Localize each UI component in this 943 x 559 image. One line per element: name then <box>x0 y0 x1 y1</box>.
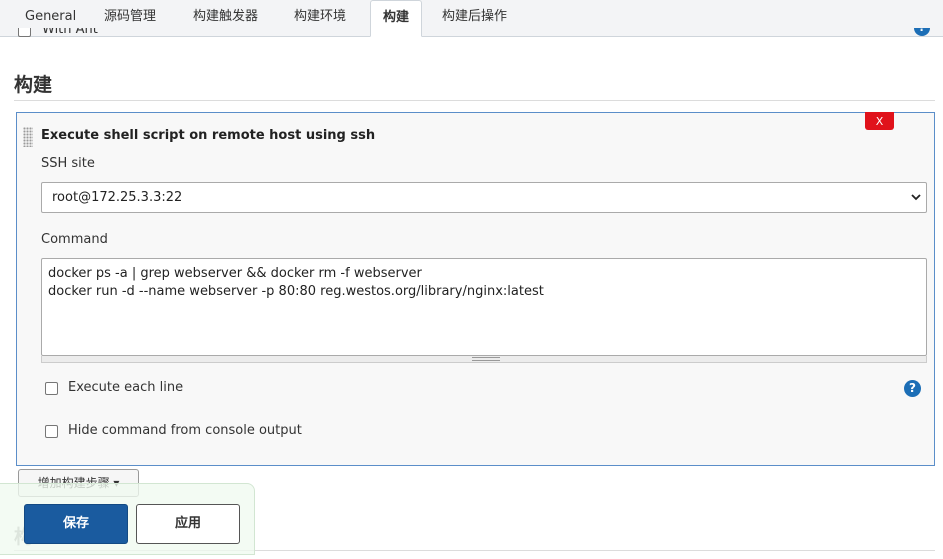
question-circle-icon[interactable]: ? <box>914 28 930 36</box>
ssh-site-selected-value: root@172.25.3.3:22 <box>52 190 183 205</box>
save-button[interactable]: 保存 <box>24 504 128 544</box>
delete-step-button[interactable]: X <box>865 112 894 130</box>
question-circle-icon[interactable]: ? <box>904 380 921 397</box>
with-ant-row: With Ant ? <box>18 28 933 44</box>
ssh-site-label: SSH site <box>41 156 95 171</box>
apply-button[interactable]: 应用 <box>136 504 240 544</box>
build-step-panel: Execute shell script on remote host usin… <box>16 112 935 466</box>
ssh-site-select[interactable]: root@172.25.3.3:22 <box>41 182 927 213</box>
execute-each-line-label: Execute each line <box>68 380 184 395</box>
drag-handle-icon[interactable] <box>23 127 33 147</box>
section-divider <box>14 100 935 101</box>
with-ant-checkbox[interactable] <box>18 28 31 37</box>
textarea-resize-bar[interactable] <box>41 356 927 363</box>
section-title-build: 构建 <box>14 74 53 96</box>
hide-command-label: Hide command from console output <box>68 423 302 438</box>
chevron-down-icon <box>911 194 921 201</box>
command-textarea[interactable]: docker ps -a | grep webserver && docker … <box>41 258 927 356</box>
hide-command-checkbox[interactable] <box>45 425 58 438</box>
command-label: Command <box>41 232 108 247</box>
grip-icon <box>472 357 500 361</box>
with-ant-label: With Ant <box>42 28 98 37</box>
build-step-title: Execute shell script on remote host usin… <box>41 128 376 143</box>
execute-each-line-checkbox[interactable] <box>45 382 58 395</box>
